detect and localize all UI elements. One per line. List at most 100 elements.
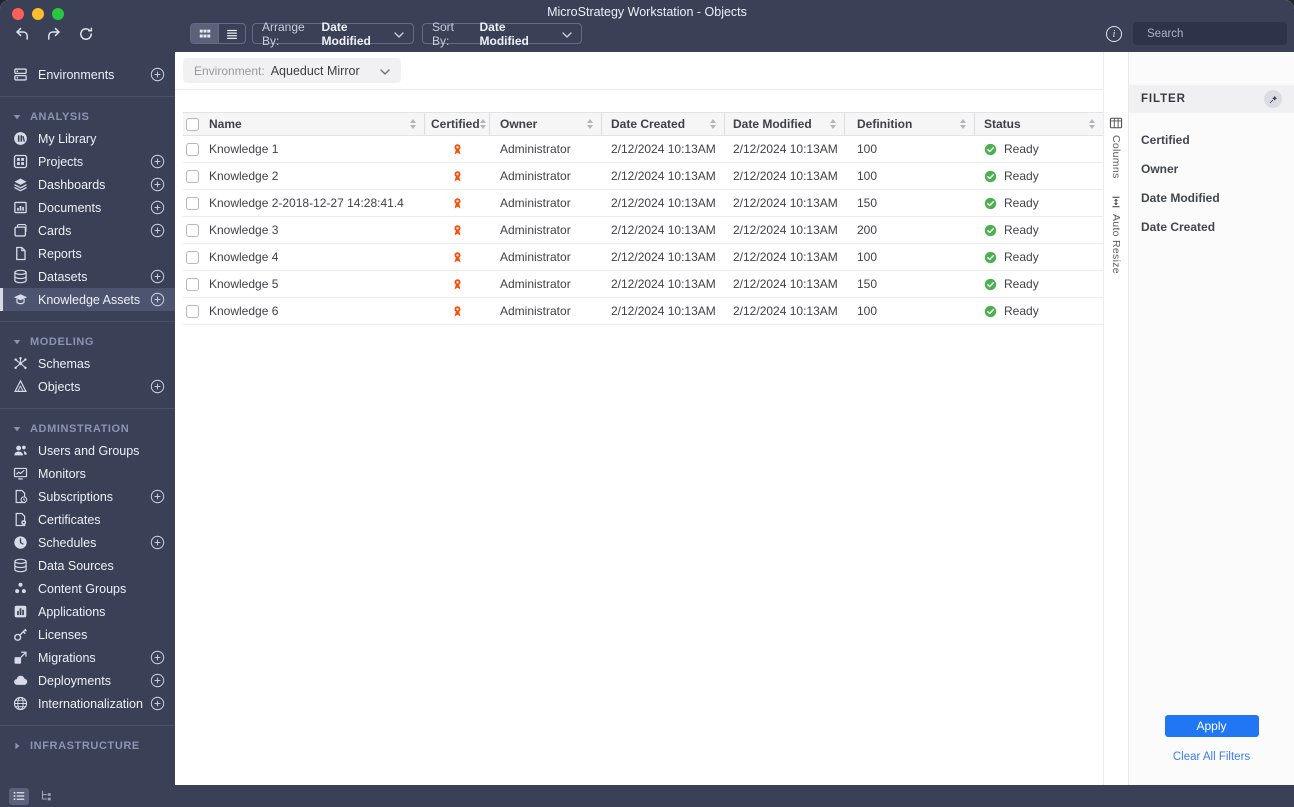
sidebar-item-objects[interactable]: Objects xyxy=(0,375,175,398)
add-migration-button[interactable] xyxy=(149,650,165,666)
tree-view-button[interactable] xyxy=(36,788,56,805)
table-row[interactable]: Knowledge 2 Administrator 2/12/2024 10:1… xyxy=(183,163,1103,190)
filter-item-date-modified[interactable]: Date Modified xyxy=(1141,183,1294,212)
row-checkbox[interactable] xyxy=(186,277,199,291)
sidebar-item-my-library[interactable]: My Library xyxy=(0,127,175,150)
select-all-checkbox[interactable] xyxy=(186,117,199,131)
sidebar-item-licenses[interactable]: Licenses xyxy=(0,623,175,646)
table-row[interactable]: Knowledge 5 Administrator 2/12/2024 10:1… xyxy=(183,271,1103,298)
sidebar-item-subscriptions[interactable]: Subscriptions xyxy=(0,485,175,508)
sort-arrows-icon[interactable] xyxy=(830,119,836,129)
back-button[interactable] xyxy=(10,22,34,46)
table-row[interactable]: Knowledge 6 Administrator 2/12/2024 10:1… xyxy=(183,298,1103,325)
add-internationalization-button[interactable] xyxy=(149,696,165,712)
add-knowledge-asset-button[interactable] xyxy=(149,292,165,308)
add-object-button[interactable] xyxy=(149,379,165,395)
pin-filter-button[interactable] xyxy=(1264,90,1282,108)
add-dashboard-button[interactable] xyxy=(149,177,165,193)
list-view-button[interactable] xyxy=(218,24,245,43)
sort-arrows-icon[interactable] xyxy=(587,119,593,129)
columns-icon xyxy=(1109,116,1123,130)
add-project-button[interactable] xyxy=(149,154,165,170)
ready-status-icon xyxy=(984,197,997,210)
table-row[interactable]: Knowledge 3 Administrator 2/12/2024 10:1… xyxy=(183,217,1103,244)
sidebar-item-environments[interactable]: Environments xyxy=(0,63,175,86)
column-header-name[interactable]: Name xyxy=(183,113,425,135)
filter-item-owner[interactable]: Owner xyxy=(1141,154,1294,183)
add-deployment-button[interactable] xyxy=(149,673,165,689)
columns-tool[interactable]: Columns xyxy=(1109,116,1123,179)
filter-item-certified[interactable]: Certified xyxy=(1141,125,1294,154)
column-header-date-created[interactable]: Date Created xyxy=(602,113,725,135)
filter-item-date-created[interactable]: Date Created xyxy=(1141,212,1294,241)
grid-view-button[interactable] xyxy=(191,24,218,43)
sort-arrows-icon[interactable] xyxy=(479,119,486,129)
row-checkbox[interactable] xyxy=(186,304,199,318)
section-header-analysis[interactable]: ANALYSIS xyxy=(0,107,175,127)
flat-list-view-button[interactable] xyxy=(9,787,29,805)
clear-all-filters-link[interactable]: Clear All Filters xyxy=(1173,751,1250,763)
row-checkbox[interactable] xyxy=(186,196,199,210)
add-environment-button[interactable] xyxy=(149,67,165,83)
add-subscription-button[interactable] xyxy=(149,489,165,505)
info-button[interactable]: i xyxy=(1106,26,1122,42)
sidebar-item-applications[interactable]: Applications xyxy=(0,600,175,623)
add-schedule-button[interactable] xyxy=(149,535,165,551)
section-header-administration[interactable]: ADMINSTRATION xyxy=(0,419,175,439)
forward-button[interactable] xyxy=(42,22,66,46)
sidebar-item-users-and-groups[interactable]: Users and Groups xyxy=(0,439,175,462)
add-document-button[interactable] xyxy=(149,200,165,216)
sidebar-item-schemas[interactable]: Schemas xyxy=(0,352,175,375)
list-view-icon xyxy=(225,27,239,41)
refresh-button[interactable] xyxy=(74,22,98,46)
section-header-infrastructure[interactable]: INFRASTRUCTURE xyxy=(0,736,175,756)
table-row[interactable]: Knowledge 2-2018-12-27 14:28:41.4 Admini… xyxy=(183,190,1103,217)
add-card-button[interactable] xyxy=(149,223,165,239)
sidebar-item-datasets[interactable]: Datasets xyxy=(0,265,175,288)
column-header-date-modified[interactable]: Date Modified xyxy=(725,113,845,135)
row-checkbox[interactable] xyxy=(186,142,199,156)
sidebar-item-dashboards[interactable]: Dashboards xyxy=(0,173,175,196)
sort-arrows-icon[interactable] xyxy=(960,119,966,129)
sort-by-dropdown[interactable]: Sort By: Date Modified xyxy=(422,20,582,48)
column-header-status[interactable]: Status xyxy=(975,113,1103,135)
table-row[interactable]: Knowledge 1 Administrator 2/12/2024 10:1… xyxy=(183,136,1103,163)
schedules-icon xyxy=(13,535,28,550)
column-header-owner[interactable]: Owner xyxy=(490,113,602,135)
column-header-definition[interactable]: Definition xyxy=(845,113,975,135)
sidebar-item-deployments[interactable]: Deployments xyxy=(0,669,175,692)
sort-arrows-icon[interactable] xyxy=(710,119,716,129)
licenses-icon xyxy=(13,627,28,642)
apply-button[interactable]: Apply xyxy=(1164,715,1259,737)
sidebar-item-internationalization[interactable]: Internationalization xyxy=(0,692,175,715)
table-row[interactable]: Knowledge 4 Administrator 2/12/2024 10:1… xyxy=(183,244,1103,271)
auto-resize-tool[interactable]: Auto Resize xyxy=(1109,195,1123,273)
section-header-modeling[interactable]: MODELING xyxy=(0,332,175,352)
sidebar-item-migrations[interactable]: Migrations xyxy=(0,646,175,669)
environment-dropdown[interactable]: Environment: Aqueduct Mirror xyxy=(183,58,401,83)
sort-arrows-icon[interactable] xyxy=(1089,119,1095,129)
column-header-certified[interactable]: Certified xyxy=(425,113,490,135)
sidebar-item-knowledge-assets[interactable]: Knowledge Assets xyxy=(0,288,175,311)
divider xyxy=(0,321,175,322)
sort-arrows-icon[interactable] xyxy=(410,119,416,129)
sidebar-item-schedules[interactable]: Schedules xyxy=(0,531,175,554)
sidebar-item-cards[interactable]: Cards xyxy=(0,219,175,242)
row-checkbox[interactable] xyxy=(186,250,199,264)
certificates-icon xyxy=(13,512,28,527)
cards-icon xyxy=(13,223,28,238)
sidebar-item-reports[interactable]: Reports xyxy=(0,242,175,265)
arrange-by-dropdown[interactable]: Arrange By: Date Modified xyxy=(252,20,414,48)
sidebar-item-projects[interactable]: Projects xyxy=(0,150,175,173)
add-dataset-button[interactable] xyxy=(149,269,165,285)
sidebar-item-certificates[interactable]: Certificates xyxy=(0,508,175,531)
row-checkbox[interactable] xyxy=(186,169,199,183)
sidebar-item-data-sources[interactable]: Data Sources xyxy=(0,554,175,577)
collapse-triangle-icon xyxy=(13,425,21,433)
content-area: Environment: Aqueduct Mirror Name Certif… xyxy=(175,52,1103,785)
sidebar-item-content-groups[interactable]: Content Groups xyxy=(0,577,175,600)
sidebar-item-documents[interactable]: Documents xyxy=(0,196,175,219)
row-checkbox[interactable] xyxy=(186,223,199,237)
sidebar-item-monitors[interactable]: Monitors xyxy=(0,462,175,485)
search-input[interactable] xyxy=(1147,27,1294,40)
